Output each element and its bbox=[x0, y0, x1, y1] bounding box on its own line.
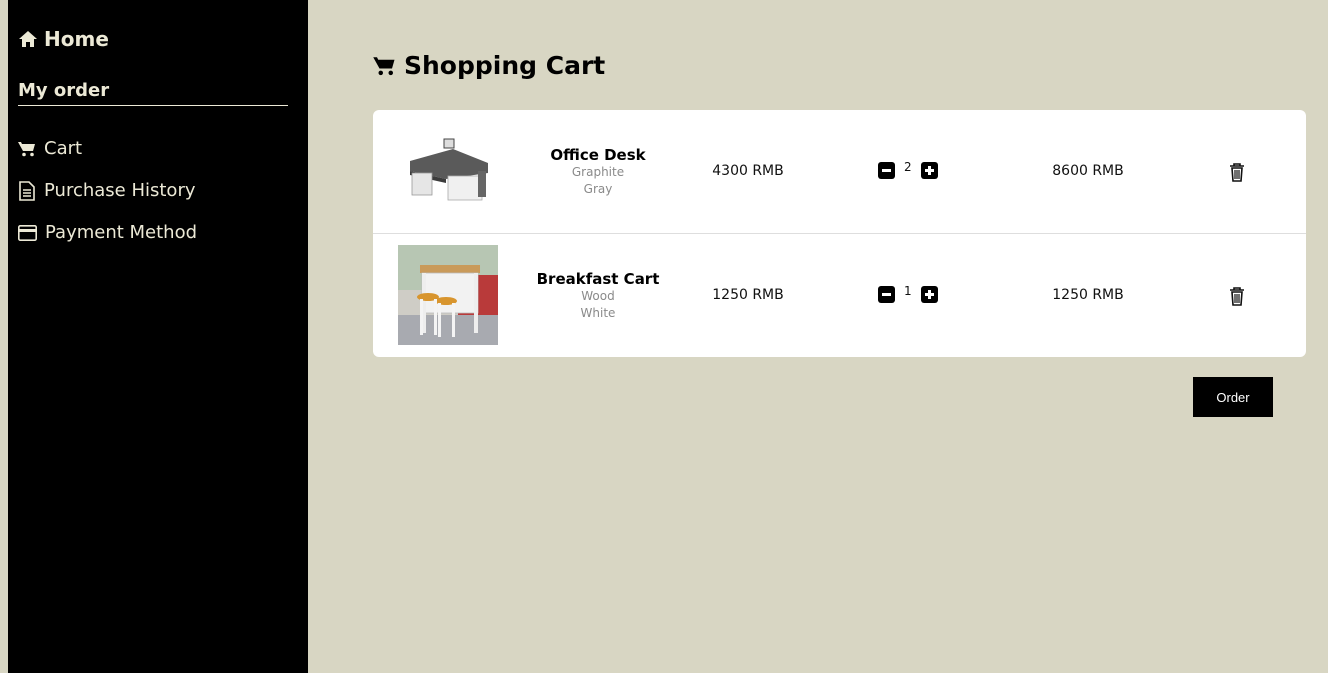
sidebar-item-label: Cart bbox=[44, 138, 83, 159]
product-info: Breakfast Cart Wood White bbox=[518, 270, 678, 322]
quantity-stepper: 2 bbox=[878, 160, 938, 179]
credit-card-icon bbox=[18, 224, 37, 241]
product-color: White bbox=[580, 306, 616, 320]
cart-row: Breakfast Cart Wood White 1250 RMB 1 125… bbox=[373, 233, 1306, 357]
cart-icon bbox=[373, 56, 395, 75]
sidebar-item-purchase-history[interactable]: Purchase History bbox=[18, 180, 196, 201]
product-material: Graphite bbox=[571, 165, 625, 179]
cart-list: Office Desk Graphite Gray 4300 RMB 2 860… bbox=[373, 110, 1306, 357]
page-title-text: Shopping Cart bbox=[404, 51, 606, 80]
unit-price: 1250 RMB bbox=[712, 287, 784, 303]
section-title-my-order: My order bbox=[18, 80, 288, 106]
increase-quantity-button[interactable] bbox=[920, 162, 938, 179]
increase-quantity-button[interactable] bbox=[920, 286, 938, 303]
sidebar-item-payment-method[interactable]: Payment Method bbox=[18, 222, 197, 243]
sidebar-item-cart[interactable]: Cart bbox=[18, 138, 82, 159]
product-name: Breakfast Cart bbox=[536, 270, 660, 288]
quantity-value: 2 bbox=[904, 160, 912, 174]
page-title: Shopping Cart bbox=[373, 51, 605, 80]
line-total: 1250 RMB bbox=[1052, 287, 1124, 303]
decrease-quantity-button[interactable] bbox=[878, 162, 895, 179]
cart-row: Office Desk Graphite Gray 4300 RMB 2 860… bbox=[373, 110, 1306, 233]
breakfast-cart-image bbox=[398, 245, 498, 345]
unit-price: 4300 RMB bbox=[712, 163, 784, 179]
sidebar: Home My order Cart Purchase History Paym… bbox=[8, 0, 308, 673]
cart-icon bbox=[18, 141, 35, 156]
product-info: Office Desk Graphite Gray bbox=[518, 146, 678, 198]
sidebar-item-label: Payment Method bbox=[45, 222, 198, 243]
sidebar-item-label: Purchase History bbox=[44, 180, 196, 201]
decrease-quantity-button[interactable] bbox=[878, 286, 895, 303]
quantity-stepper: 1 bbox=[878, 284, 938, 303]
line-total: 8600 RMB bbox=[1052, 163, 1124, 179]
product-color: Gray bbox=[583, 182, 613, 196]
trash-icon[interactable] bbox=[1228, 162, 1246, 182]
home-label: Home bbox=[44, 27, 109, 51]
order-button[interactable]: Order bbox=[1193, 377, 1273, 417]
home-icon bbox=[19, 31, 37, 47]
home-link[interactable]: Home bbox=[18, 27, 109, 51]
trash-icon[interactable] bbox=[1228, 286, 1246, 306]
office-desk-image bbox=[398, 121, 498, 221]
quantity-value: 1 bbox=[904, 284, 912, 298]
document-icon bbox=[19, 180, 35, 201]
product-name: Office Desk bbox=[550, 146, 646, 164]
product-material: Wood bbox=[581, 289, 615, 303]
